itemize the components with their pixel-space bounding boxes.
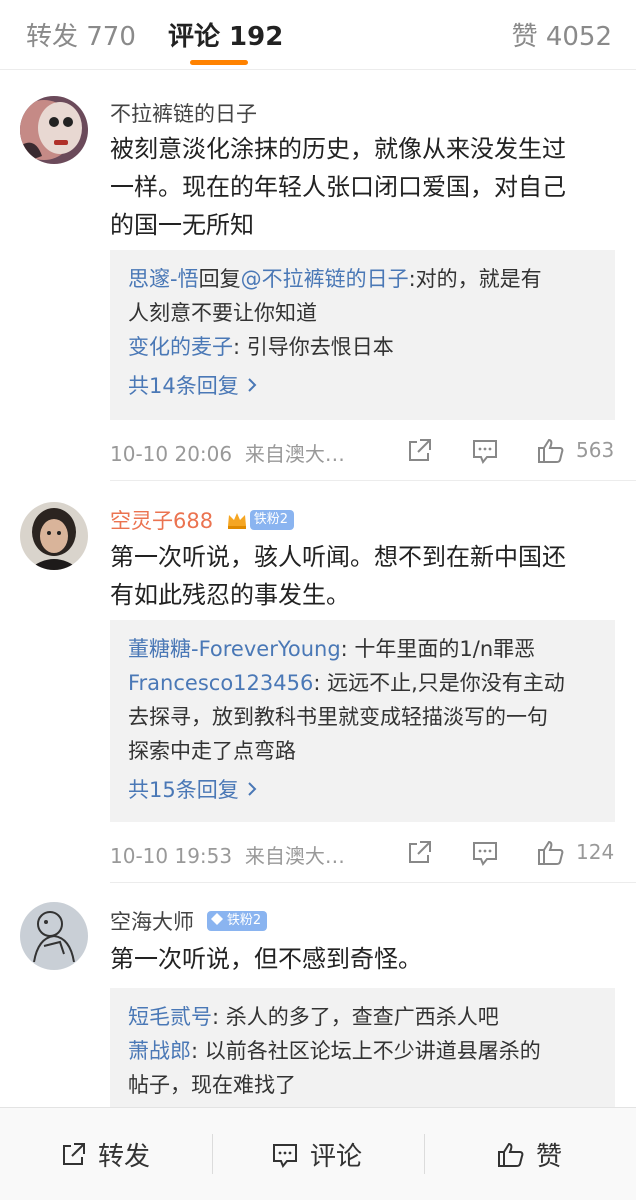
- reply-text-cont: 探索中走了点弯路: [128, 739, 296, 763]
- comment-icon[interactable]: [470, 436, 500, 466]
- like-label: 赞: [536, 1142, 563, 1172]
- reply-verb: 回复: [198, 267, 241, 291]
- comment-meta: 10-10 19:53 来自澳大… 124: [110, 836, 616, 870]
- comment-meta: 10-10 20:06 来自澳大… 563: [110, 434, 616, 468]
- comment-text: 第一次听说，但不感到奇怪。: [110, 940, 620, 978]
- username-row: 空海大师 铁粉2: [110, 906, 268, 936]
- reply-user[interactable]: 董糖糖-ForeverYoung: [128, 637, 341, 661]
- divider: [212, 1134, 213, 1174]
- comment-tabs: 转发 770 评论 192 赞 4052: [0, 0, 636, 70]
- tab-likes[interactable]: 赞 4052: [512, 16, 612, 53]
- reply-user[interactable]: Francesco123456: [128, 671, 313, 695]
- avatar[interactable]: [20, 902, 88, 970]
- repost-label: 转发: [98, 1142, 151, 1172]
- fan-badge[interactable]: 铁粉2: [206, 911, 268, 931]
- more-replies-link[interactable]: 共14条回复: [128, 370, 597, 400]
- chevron-right-icon: [248, 782, 257, 796]
- reply-text-cont: 帖子，现在难找了: [128, 1073, 296, 1097]
- fan-badge[interactable]: 铁粉2: [226, 510, 295, 530]
- crown-icon: [227, 513, 246, 529]
- reply-text: : 杀人的多了，查查广西杀人吧: [212, 1005, 499, 1029]
- reply-item: 思邃-悟回复@不拉裤链的日子:对的，就是有 人刻意不要让你知道: [128, 262, 597, 330]
- thumbs-up-icon: [498, 1142, 524, 1167]
- like-button[interactable]: 赞: [496, 1108, 562, 1200]
- reply-box[interactable]: 董糖糖-ForeverYoung: 十年里面的1/n罪恶 Francesco12…: [110, 620, 615, 822]
- reply-box[interactable]: 短毛贰号: 杀人的多了，查查广西杀人吧 萧战郎: 以前各社区论坛上不少讲道县屠杀…: [110, 988, 615, 1108]
- reply-text: : 以前各社区论坛上不少讲道县屠杀的: [191, 1039, 541, 1063]
- thumbs-up-icon[interactable]: [536, 436, 566, 466]
- username[interactable]: 不拉裤链的日子: [110, 98, 257, 128]
- bottom-action-bar: 转发 评论 赞: [0, 1107, 636, 1200]
- like-count: 124: [576, 840, 615, 864]
- comment-label: 评论: [310, 1142, 363, 1172]
- repost-button[interactable]: 转发: [58, 1108, 150, 1200]
- comment-text-line: 被刻意淡化涂抹的历史，就像从来没发生过: [110, 135, 566, 163]
- comment-button[interactable]: 评论: [270, 1108, 362, 1200]
- share-icon[interactable]: [404, 838, 434, 868]
- comment-text-line: 的国一无所知: [110, 211, 254, 239]
- reply-user[interactable]: 思邃-悟: [128, 267, 199, 291]
- divider: [110, 480, 636, 481]
- reply-mention[interactable]: @不拉裤链的日子: [241, 267, 409, 291]
- divider: [110, 882, 636, 883]
- avatar[interactable]: [20, 96, 88, 164]
- reply-item: 董糖糖-ForeverYoung: 十年里面的1/n罪恶: [128, 632, 597, 666]
- comment-icon: [273, 1143, 297, 1168]
- share-icon[interactable]: [404, 436, 434, 466]
- fan-level-badge: 铁粉2: [206, 911, 268, 931]
- comment-text: 第一次听说，骇人听闻。想不到在新中国还 有如此残忍的事发生。: [110, 538, 620, 614]
- chevron-right-icon: [248, 378, 257, 392]
- avatar[interactable]: [20, 502, 88, 570]
- reply-text: : 远远不止,只是你没有主动: [313, 671, 565, 695]
- more-replies-link[interactable]: 共15条回复: [128, 774, 597, 804]
- comment-source: 来自澳大…: [244, 442, 345, 466]
- comment-source: 来自澳大…: [244, 844, 345, 868]
- reply-item: 短毛贰号: 杀人的多了，查查广西杀人吧: [128, 1000, 597, 1034]
- reply-text: : 引导你去恨日本: [233, 335, 394, 359]
- more-replies-label: 共15条回复: [128, 778, 239, 802]
- comment-text-line: 第一次听说，但不感到奇怪。: [110, 945, 422, 973]
- username[interactable]: 空灵子688: [110, 509, 213, 533]
- active-tab-indicator: [190, 60, 248, 65]
- fan-level-badge: 铁粉2: [249, 510, 295, 530]
- reply-item: Francesco123456: 远远不止,只是你没有主动 去探寻，放到教科书里…: [128, 666, 597, 768]
- comment-time: 10-10 19:53 来自澳大…: [110, 844, 345, 868]
- like-count: 563: [576, 438, 615, 462]
- thumbs-up-icon[interactable]: [536, 838, 566, 868]
- reply-text-cont: 去探寻，放到教科书里就变成轻描淡写的一句: [128, 705, 548, 729]
- reply-user[interactable]: 萧战郎: [128, 1039, 191, 1063]
- comment-text-line: 一样。现在的年轻人张口闭口爱国，对自己: [110, 173, 566, 201]
- username-row: 空灵子688 铁粉2: [110, 505, 295, 535]
- comment-text-line: 有如此残忍的事发生。: [110, 581, 350, 609]
- reply-text: : 十年里面的1/n罪恶: [340, 637, 536, 661]
- comment-text-line: 第一次听说，骇人听闻。想不到在新中国还: [110, 543, 566, 571]
- share-icon: [63, 1142, 85, 1165]
- comment-icon[interactable]: [470, 838, 500, 868]
- reply-user[interactable]: 变化的麦子: [128, 335, 233, 359]
- reply-text-cont: 人刻意不要让你知道: [128, 301, 317, 325]
- divider: [424, 1134, 425, 1174]
- username[interactable]: 空海大师: [110, 910, 194, 934]
- comment-text: 被刻意淡化涂抹的历史，就像从来没发生过 一样。现在的年轻人张口闭口爱国，对自己 …: [110, 130, 620, 244]
- reply-text: :对的，就是有: [408, 267, 542, 291]
- reply-user[interactable]: 短毛贰号: [128, 1005, 212, 1029]
- diamond-icon: [210, 913, 223, 925]
- reply-item: 变化的麦子: 引导你去恨日本: [128, 330, 597, 364]
- more-replies-label: 共14条回复: [128, 374, 239, 398]
- comment-time: 10-10 20:06 来自澳大…: [110, 442, 345, 466]
- reply-box[interactable]: 思邃-悟回复@不拉裤链的日子:对的，就是有 人刻意不要让你知道 变化的麦子: 引…: [110, 250, 615, 420]
- tab-reposts[interactable]: 转发 770: [26, 16, 136, 53]
- reply-item: 萧战郎: 以前各社区论坛上不少讲道县屠杀的 帖子，现在难找了: [128, 1034, 597, 1102]
